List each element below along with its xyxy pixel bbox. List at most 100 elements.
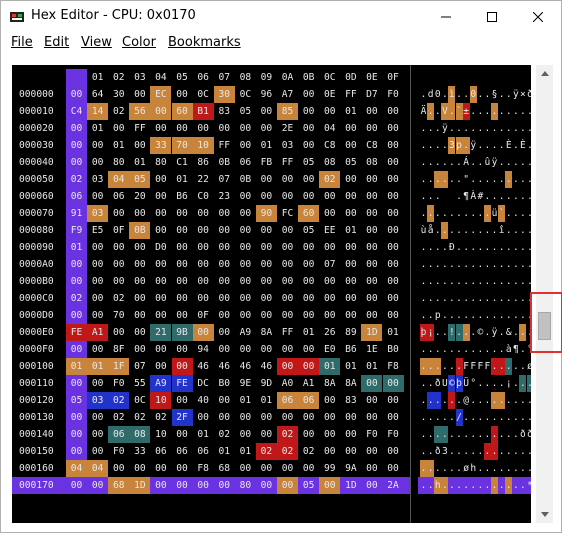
- hex-row[interactable]: 000090 01 00 00 00 D0 00 00 00 00 00 00 00 00 00 00 00..…: [12, 239, 531, 256]
- ascii-char[interactable]: .: [505, 307, 512, 324]
- ascii-char[interactable]: .: [484, 324, 491, 341]
- hex-byte[interactable]: 0C: [129, 392, 150, 409]
- hex-byte[interactable]: 00: [277, 358, 299, 375]
- ascii-char[interactable]: þ: [455, 375, 463, 392]
- hex-row[interactable]: 000120 05 03 02 0C 10 00 40 00 01 01 06 06 00 83 00 00..…: [12, 392, 531, 409]
- close-button[interactable]: [515, 1, 561, 32]
- ascii-char[interactable]: .: [527, 103, 531, 120]
- ascii-char[interactable]: .: [420, 120, 427, 137]
- hex-byte[interactable]: E0: [319, 341, 340, 358]
- hex-byte[interactable]: 05: [298, 477, 319, 494]
- hex-row[interactable]: 0000B0 00 00 00 00 00 00 00 00 00 00 00 00 00 00 00 00..…: [12, 273, 531, 290]
- hex-byte[interactable]: 00: [319, 290, 340, 307]
- hex-byte[interactable]: 00: [172, 205, 193, 222]
- ascii-char[interactable]: .: [484, 460, 491, 477]
- ascii-char[interactable]: .: [434, 358, 442, 375]
- hex-row[interactable]: 000140 00 00 06 08 10 00 01 02 00 00 02 00 00 00 F0 F0..…: [12, 426, 531, 443]
- hex-byte[interactable]: 00: [87, 341, 108, 358]
- ascii-char[interactable]: ÿ: [470, 137, 477, 154]
- hex-byte[interactable]: 96: [256, 86, 277, 103]
- hex-byte[interactable]: A1: [298, 375, 319, 392]
- hex-byte[interactable]: 00: [150, 460, 171, 477]
- ascii-char[interactable]: .: [505, 171, 513, 188]
- ascii-char[interactable]: .: [519, 375, 527, 392]
- hex-byte[interactable]: D0: [150, 239, 171, 256]
- ascii-char[interactable]: .: [456, 392, 463, 409]
- ascii-char[interactable]: .: [477, 273, 484, 290]
- ascii-char[interactable]: .: [448, 307, 455, 324]
- hex-byte[interactable]: 60: [171, 103, 193, 120]
- hex-row[interactable]: 000010 C4 14 02 56 00 60 B1 83 05 00 85 00 00 01 00 00 Ä.…: [12, 103, 531, 120]
- hex-byte[interactable]: 00: [172, 120, 193, 137]
- hex-byte[interactable]: 0F: [193, 307, 214, 324]
- hex-byte[interactable]: 00: [129, 137, 150, 154]
- hex-byte[interactable]: 01: [235, 443, 256, 460]
- hex-byte[interactable]: 00: [171, 358, 193, 375]
- ascii-char[interactable]: &: [505, 324, 512, 341]
- ascii-char[interactable]: .: [456, 205, 463, 222]
- hex-byte[interactable]: 00: [361, 307, 382, 324]
- ascii-char[interactable]: .: [448, 409, 455, 426]
- hex-byte[interactable]: F9: [66, 222, 87, 239]
- ascii-char[interactable]: h: [434, 477, 442, 494]
- hex-byte[interactable]: 00: [361, 443, 382, 460]
- ascii-char[interactable]: .: [527, 239, 531, 256]
- ascii-char[interactable]: .: [491, 290, 498, 307]
- ascii-char[interactable]: .: [527, 392, 531, 409]
- hex-byte[interactable]: 00: [87, 375, 108, 392]
- ascii-char[interactable]: .: [441, 205, 448, 222]
- ascii-char[interactable]: .: [498, 290, 505, 307]
- ascii-char[interactable]: .: [420, 341, 427, 358]
- hex-byte[interactable]: 02: [214, 426, 235, 443]
- hex-byte[interactable]: 00: [382, 375, 404, 392]
- hex-byte[interactable]: B6: [340, 341, 361, 358]
- ascii-char[interactable]: .: [505, 443, 512, 460]
- ascii-char[interactable]: .: [477, 290, 484, 307]
- ascii-char[interactable]: .: [441, 460, 448, 477]
- hex-byte[interactable]: 33: [150, 137, 172, 154]
- ascii-char[interactable]: .: [498, 392, 506, 409]
- hex-byte[interactable]: 00: [319, 103, 340, 120]
- hex-byte[interactable]: 01: [340, 222, 361, 239]
- hex-byte[interactable]: 01: [383, 324, 404, 341]
- hex-byte[interactable]: 00: [298, 307, 319, 324]
- hex-byte[interactable]: 1F: [108, 358, 130, 375]
- hex-byte[interactable]: FF: [129, 120, 150, 137]
- hex-byte[interactable]: 00: [340, 188, 361, 205]
- hex-byte[interactable]: 00: [256, 103, 277, 120]
- ascii-char[interactable]: .: [491, 358, 499, 375]
- ascii-char[interactable]: `: [455, 103, 463, 120]
- ascii-char[interactable]: .: [491, 239, 498, 256]
- ascii-char[interactable]: .: [527, 188, 531, 205]
- hex-byte[interactable]: 46: [214, 358, 235, 375]
- hex-byte[interactable]: 01: [87, 358, 109, 375]
- ascii-char[interactable]: .: [491, 341, 498, 358]
- hex-byte[interactable]: FC: [277, 205, 298, 222]
- title-bar[interactable]: Hex Editor - CPU: 0x0170: [1, 1, 561, 32]
- hex-byte[interactable]: 01: [108, 137, 129, 154]
- ascii-char[interactable]: ÿ: [491, 324, 498, 341]
- ascii-char[interactable]: .: [448, 273, 455, 290]
- ascii-char[interactable]: .: [519, 460, 526, 477]
- hex-byte[interactable]: 07: [319, 256, 340, 273]
- hex-byte[interactable]: 00: [319, 205, 340, 222]
- hex-byte[interactable]: 00: [361, 477, 382, 494]
- hex-byte[interactable]: 00: [298, 426, 319, 443]
- hex-byte[interactable]: 06: [277, 392, 299, 409]
- ascii-char[interactable]: .: [477, 256, 484, 273]
- ascii-char[interactable]: .: [512, 307, 519, 324]
- hex-byte[interactable]: 00: [66, 477, 87, 494]
- ascii-char[interactable]: Á: [463, 154, 470, 171]
- ascii-char[interactable]: .: [484, 137, 491, 154]
- hex-byte[interactable]: 64: [87, 86, 108, 103]
- hex-byte[interactable]: 01: [87, 120, 108, 137]
- ascii-char[interactable]: .: [498, 120, 505, 137]
- hex-byte[interactable]: 00: [87, 290, 108, 307]
- hex-byte[interactable]: 02: [66, 171, 87, 188]
- ascii-char[interactable]: .: [491, 273, 498, 290]
- hex-byte[interactable]: 00: [66, 409, 87, 426]
- ascii-char[interactable]: ÿ: [491, 154, 498, 171]
- hex-byte[interactable]: 00: [214, 239, 235, 256]
- hex-byte[interactable]: 00: [298, 137, 319, 154]
- ascii-char[interactable]: .: [470, 103, 477, 120]
